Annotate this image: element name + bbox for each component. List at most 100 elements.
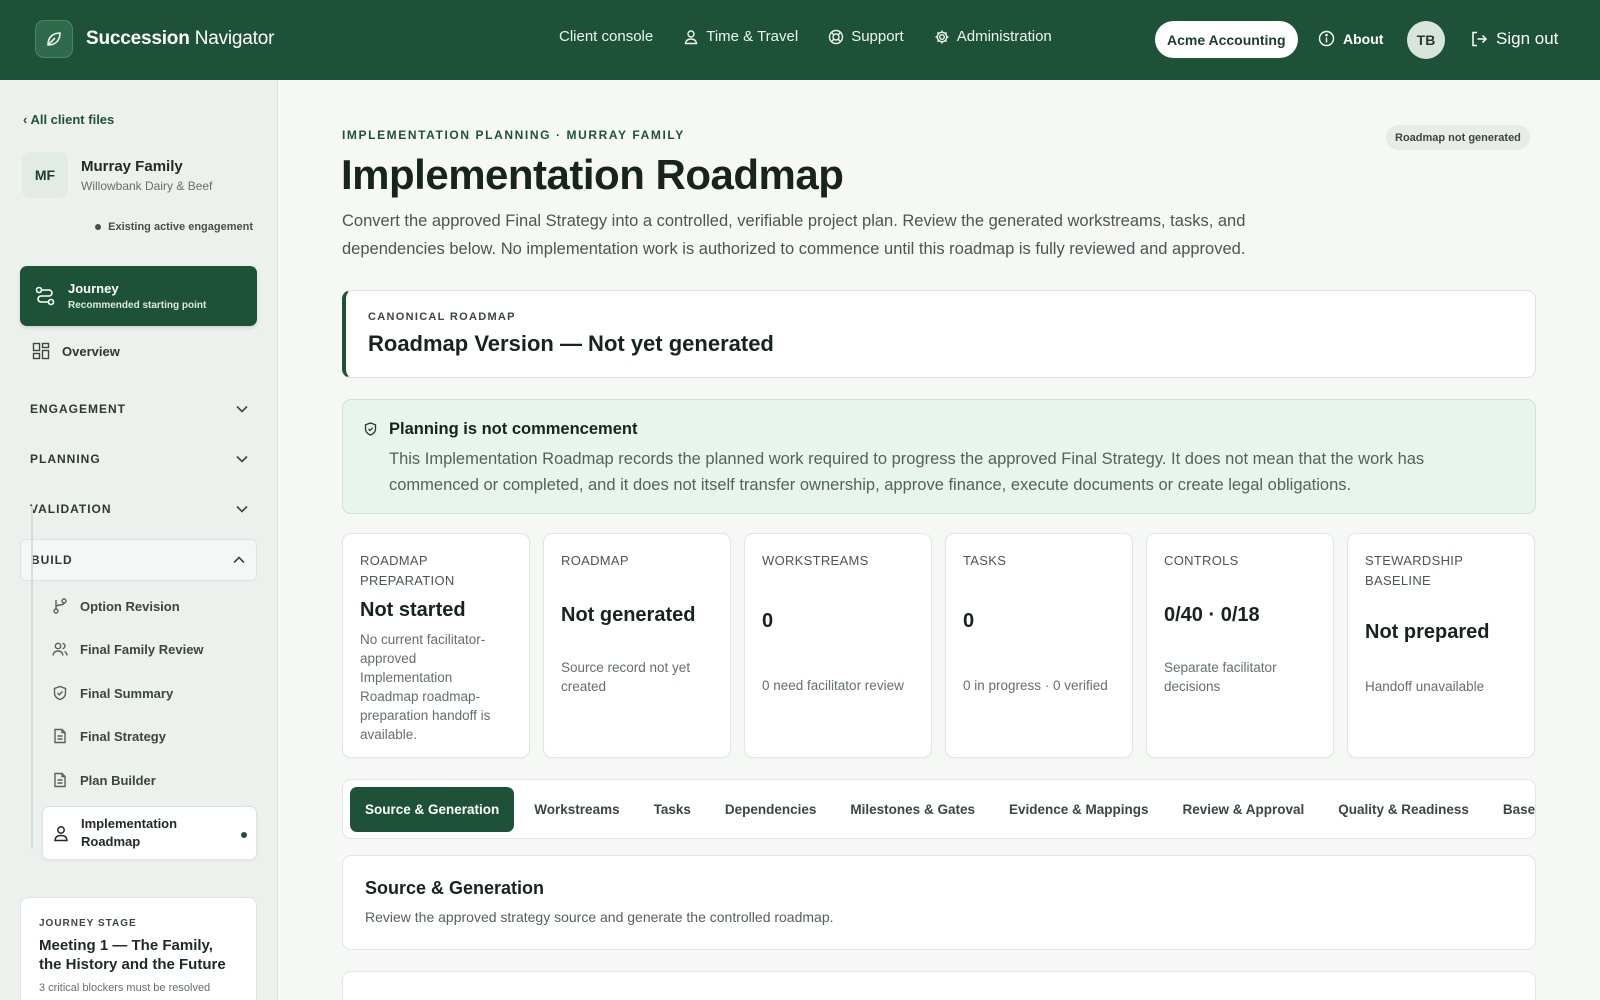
source-generation-card: Source & Generation Review the approved …	[342, 855, 1536, 950]
chevron-down-icon	[236, 505, 248, 513]
sidebar-item-plan-builder[interactable]: Plan Builder	[52, 772, 156, 788]
stat-note: Handoff unavailable	[1365, 679, 1485, 694]
shield-check-icon	[53, 685, 67, 701]
stat-note: 0 need facilitator review	[762, 678, 904, 693]
top-bar: Succession Navigator Client console Time…	[0, 0, 1600, 80]
nav-administration[interactable]: Administration	[934, 28, 1052, 45]
stat-label: ROADMAP	[561, 553, 629, 568]
stage-note: 3 critical blockers must be resolved	[39, 982, 211, 994]
stat-note: 0 in progress · 0 verified	[963, 678, 1108, 693]
section-title: Source & Generation	[365, 878, 545, 898]
brand-name: Succession Navigator	[86, 28, 275, 49]
stat-label: CONTROLS	[1164, 553, 1239, 568]
grid-icon	[32, 342, 50, 360]
stat-cards: ROADMAP PREPARATION Not started No curre…	[342, 533, 1535, 758]
journey-subtitle: Recommended starting point	[68, 300, 207, 311]
page-description: Convert the approved Final Strategy into…	[342, 212, 1246, 258]
branch-icon	[53, 598, 67, 614]
sign-out-button[interactable]: Sign out	[1470, 29, 1558, 49]
stat-note: No current facilitator-approved Implemen…	[360, 632, 491, 742]
sidebar: ‹ All client files MF Murray Family Will…	[0, 80, 278, 1000]
stat-value: Not started	[360, 599, 466, 621]
sidebar-item-overview[interactable]: Overview	[32, 342, 120, 360]
person-pin-icon	[684, 29, 698, 44]
sidebar-item-final-strategy[interactable]: Final Strategy	[52, 728, 166, 744]
stat-label: WORKSTREAMS	[762, 553, 869, 568]
about-link[interactable]: About	[1318, 30, 1383, 47]
section-description: Review the approved strategy source and …	[365, 909, 834, 925]
users-icon	[52, 642, 68, 656]
section-validation[interactable]: VALIDATION	[30, 502, 248, 516]
sidebar-item-implementation-roadmap[interactable]: Implementation Roadmap	[42, 806, 257, 860]
stat-card-roadmap-preparation: ROADMAP PREPARATION Not started No curre…	[342, 533, 530, 758]
sidebar-item-final-family-review[interactable]: Final Family Review	[52, 641, 204, 657]
stat-card-roadmap: ROADMAP Not generated Source record not …	[543, 533, 731, 758]
nav-time-travel[interactable]: Time & Travel	[683, 28, 798, 45]
client-card: MF Murray Family Willowbank Dairy & Beef	[22, 152, 212, 198]
breadcrumb: IMPLEMENTATION PLANNING · MURRAY FAMILY	[342, 128, 685, 142]
brand[interactable]: Succession Navigator	[35, 20, 274, 58]
route-icon	[35, 286, 55, 306]
journey-button[interactable]: Journey Recommended starting point	[20, 266, 257, 326]
stat-value: 0/40 · 0/18	[1164, 604, 1260, 626]
tab-milestones-gates[interactable]: Milestones & Gates	[833, 787, 992, 832]
tab-tasks[interactable]: Tasks	[637, 787, 708, 832]
status-badge: Roadmap not generated	[1386, 125, 1530, 150]
client-name: Murray Family	[81, 157, 183, 175]
stat-note: Source record not yet created	[561, 660, 691, 694]
nav-support[interactable]: Support	[828, 28, 904, 45]
build-tree-line	[31, 506, 33, 849]
client-avatar: MF	[22, 152, 68, 198]
roadmap-version-title: Roadmap Version — Not yet generated	[368, 331, 774, 356]
client-business: Willowbank Dairy & Beef	[81, 178, 213, 193]
chevron-down-icon	[236, 455, 248, 463]
page-title: Implementation Roadmap	[341, 151, 844, 198]
canonical-roadmap-card: CANONICAL ROADMAP Roadmap Version — Not …	[342, 290, 1536, 378]
stage-label: JOURNEY STAGE	[39, 918, 137, 929]
stat-card-tasks: TASKS 0 0 in progress · 0 verified	[945, 533, 1133, 758]
active-indicator-dot	[241, 832, 247, 838]
tab-evidence-mappings[interactable]: Evidence & Mappings	[992, 787, 1166, 832]
stat-card-controls: CONTROLS 0/40 · 0/18 Separate facilitato…	[1146, 533, 1334, 758]
lifebuoy-icon	[828, 29, 844, 44]
stat-value: 0	[762, 610, 774, 632]
nav-client-console[interactable]: Client console	[559, 28, 653, 45]
next-card	[342, 971, 1536, 1000]
tab-review-approval[interactable]: Review & Approval	[1166, 787, 1322, 832]
stat-label: ROADMAP PREPARATION	[360, 553, 455, 588]
stat-value: Not generated	[561, 604, 696, 626]
notice-body: This Implementation Roadmap records the …	[389, 450, 1425, 494]
stat-value: 0	[963, 610, 975, 632]
document-icon	[54, 772, 66, 788]
sign-out-icon	[1472, 31, 1488, 47]
stat-label: TASKS	[963, 553, 1007, 568]
stat-card-workstreams: WORKSTREAMS 0 0 need facilitator review	[744, 533, 932, 758]
section-planning[interactable]: PLANNING	[30, 452, 248, 466]
stat-note: Separate facilitator decisions	[1164, 660, 1277, 694]
section-engagement[interactable]: ENGAGEMENT	[30, 402, 248, 416]
roadmap-tabs: Source & Generation Workstreams Tasks De…	[342, 779, 1536, 839]
section-build[interactable]: BUILD	[20, 539, 257, 581]
tab-source-generation[interactable]: Source & Generation	[350, 786, 515, 832]
journey-title: Journey	[68, 281, 119, 296]
planning-notice: Planning is not commencement This Implem…	[342, 399, 1536, 514]
sidebar-item-final-summary[interactable]: Final Summary	[52, 685, 173, 701]
engagement-status: Existing active engagement	[95, 221, 253, 233]
tab-quality-readiness[interactable]: Quality & Readiness	[1321, 787, 1486, 832]
sidebar-item-option-revision[interactable]: Option Revision	[52, 598, 180, 614]
stage-title: Meeting 1 — The Family, the History and …	[39, 937, 226, 973]
client-switcher-button[interactable]: Acme Accounting	[1155, 21, 1298, 58]
user-avatar[interactable]: TB	[1407, 21, 1445, 59]
main-nav: Client console Time & Travel Support Adm…	[559, 28, 1082, 45]
stat-label: STEWARDSHIP BASELINE	[1365, 553, 1463, 588]
journey-stage-card[interactable]: JOURNEY STAGE Meeting 1 — The Family, th…	[20, 897, 257, 1000]
leaf-logo-icon	[35, 20, 73, 58]
chevron-up-icon	[233, 556, 245, 564]
tab-workstreams[interactable]: Workstreams	[517, 787, 636, 832]
document-icon	[54, 728, 66, 744]
info-icon	[1318, 30, 1335, 47]
all-client-files-link[interactable]: ‹ All client files	[23, 112, 114, 127]
tab-dependencies[interactable]: Dependencies	[708, 787, 834, 832]
tab-baseline[interactable]: Baseline	[1486, 787, 1535, 832]
chevron-down-icon	[236, 405, 248, 413]
